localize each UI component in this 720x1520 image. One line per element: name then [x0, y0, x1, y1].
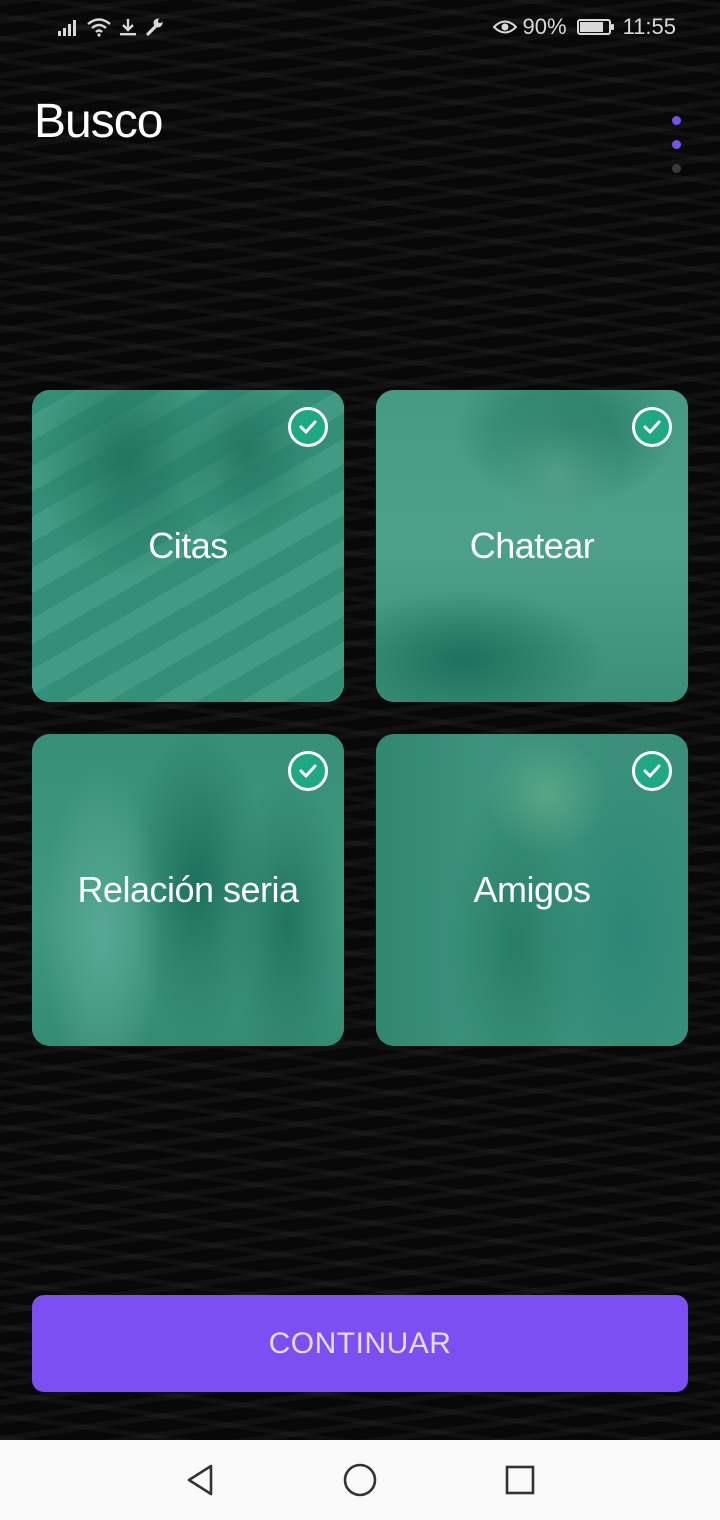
option-card-chatear[interactable]: Chatear [376, 390, 688, 702]
option-label: Citas [148, 525, 228, 566]
signal-icon [58, 18, 80, 36]
option-card-relacion-seria[interactable]: Relación seria [32, 734, 344, 1046]
continue-button[interactable]: CONTINUAR [32, 1295, 688, 1392]
status-right-info: 90% 11:55 [492, 12, 676, 42]
option-card-citas[interactable]: Citas [32, 390, 344, 702]
check-icon [632, 407, 672, 447]
check-icon [288, 751, 328, 791]
app-screen: 90% 11:55 Busco Citas Chatear Relación s… [0, 0, 720, 1440]
home-icon[interactable] [340, 1460, 380, 1500]
download-icon [118, 17, 138, 37]
page-title: Busco [34, 95, 163, 148]
step-indicator [670, 116, 682, 173]
option-label: Chatear [469, 525, 595, 566]
back-icon[interactable] [180, 1460, 220, 1500]
eye-icon [492, 18, 517, 36]
check-icon [288, 407, 328, 447]
option-card-amigos[interactable]: Amigos [376, 734, 688, 1046]
recents-icon[interactable] [500, 1460, 540, 1500]
check-icon [632, 751, 672, 791]
wifi-icon [86, 17, 112, 37]
status-left-icons [58, 12, 164, 42]
clock-time: 11:55 [622, 14, 676, 39]
system-nav-bar [0, 1440, 720, 1520]
battery-percent: 90% [522, 14, 567, 39]
battery-icon [576, 19, 614, 35]
step-dot [671, 140, 681, 149]
battery-level [579, 22, 603, 32]
option-label: Relación seria [77, 869, 299, 910]
option-label: Amigos [473, 869, 591, 910]
step-dot [671, 116, 681, 125]
step-dot [671, 164, 681, 173]
status-bar: 90% 11:55 [0, 0, 720, 56]
wrench-icon [144, 17, 164, 37]
